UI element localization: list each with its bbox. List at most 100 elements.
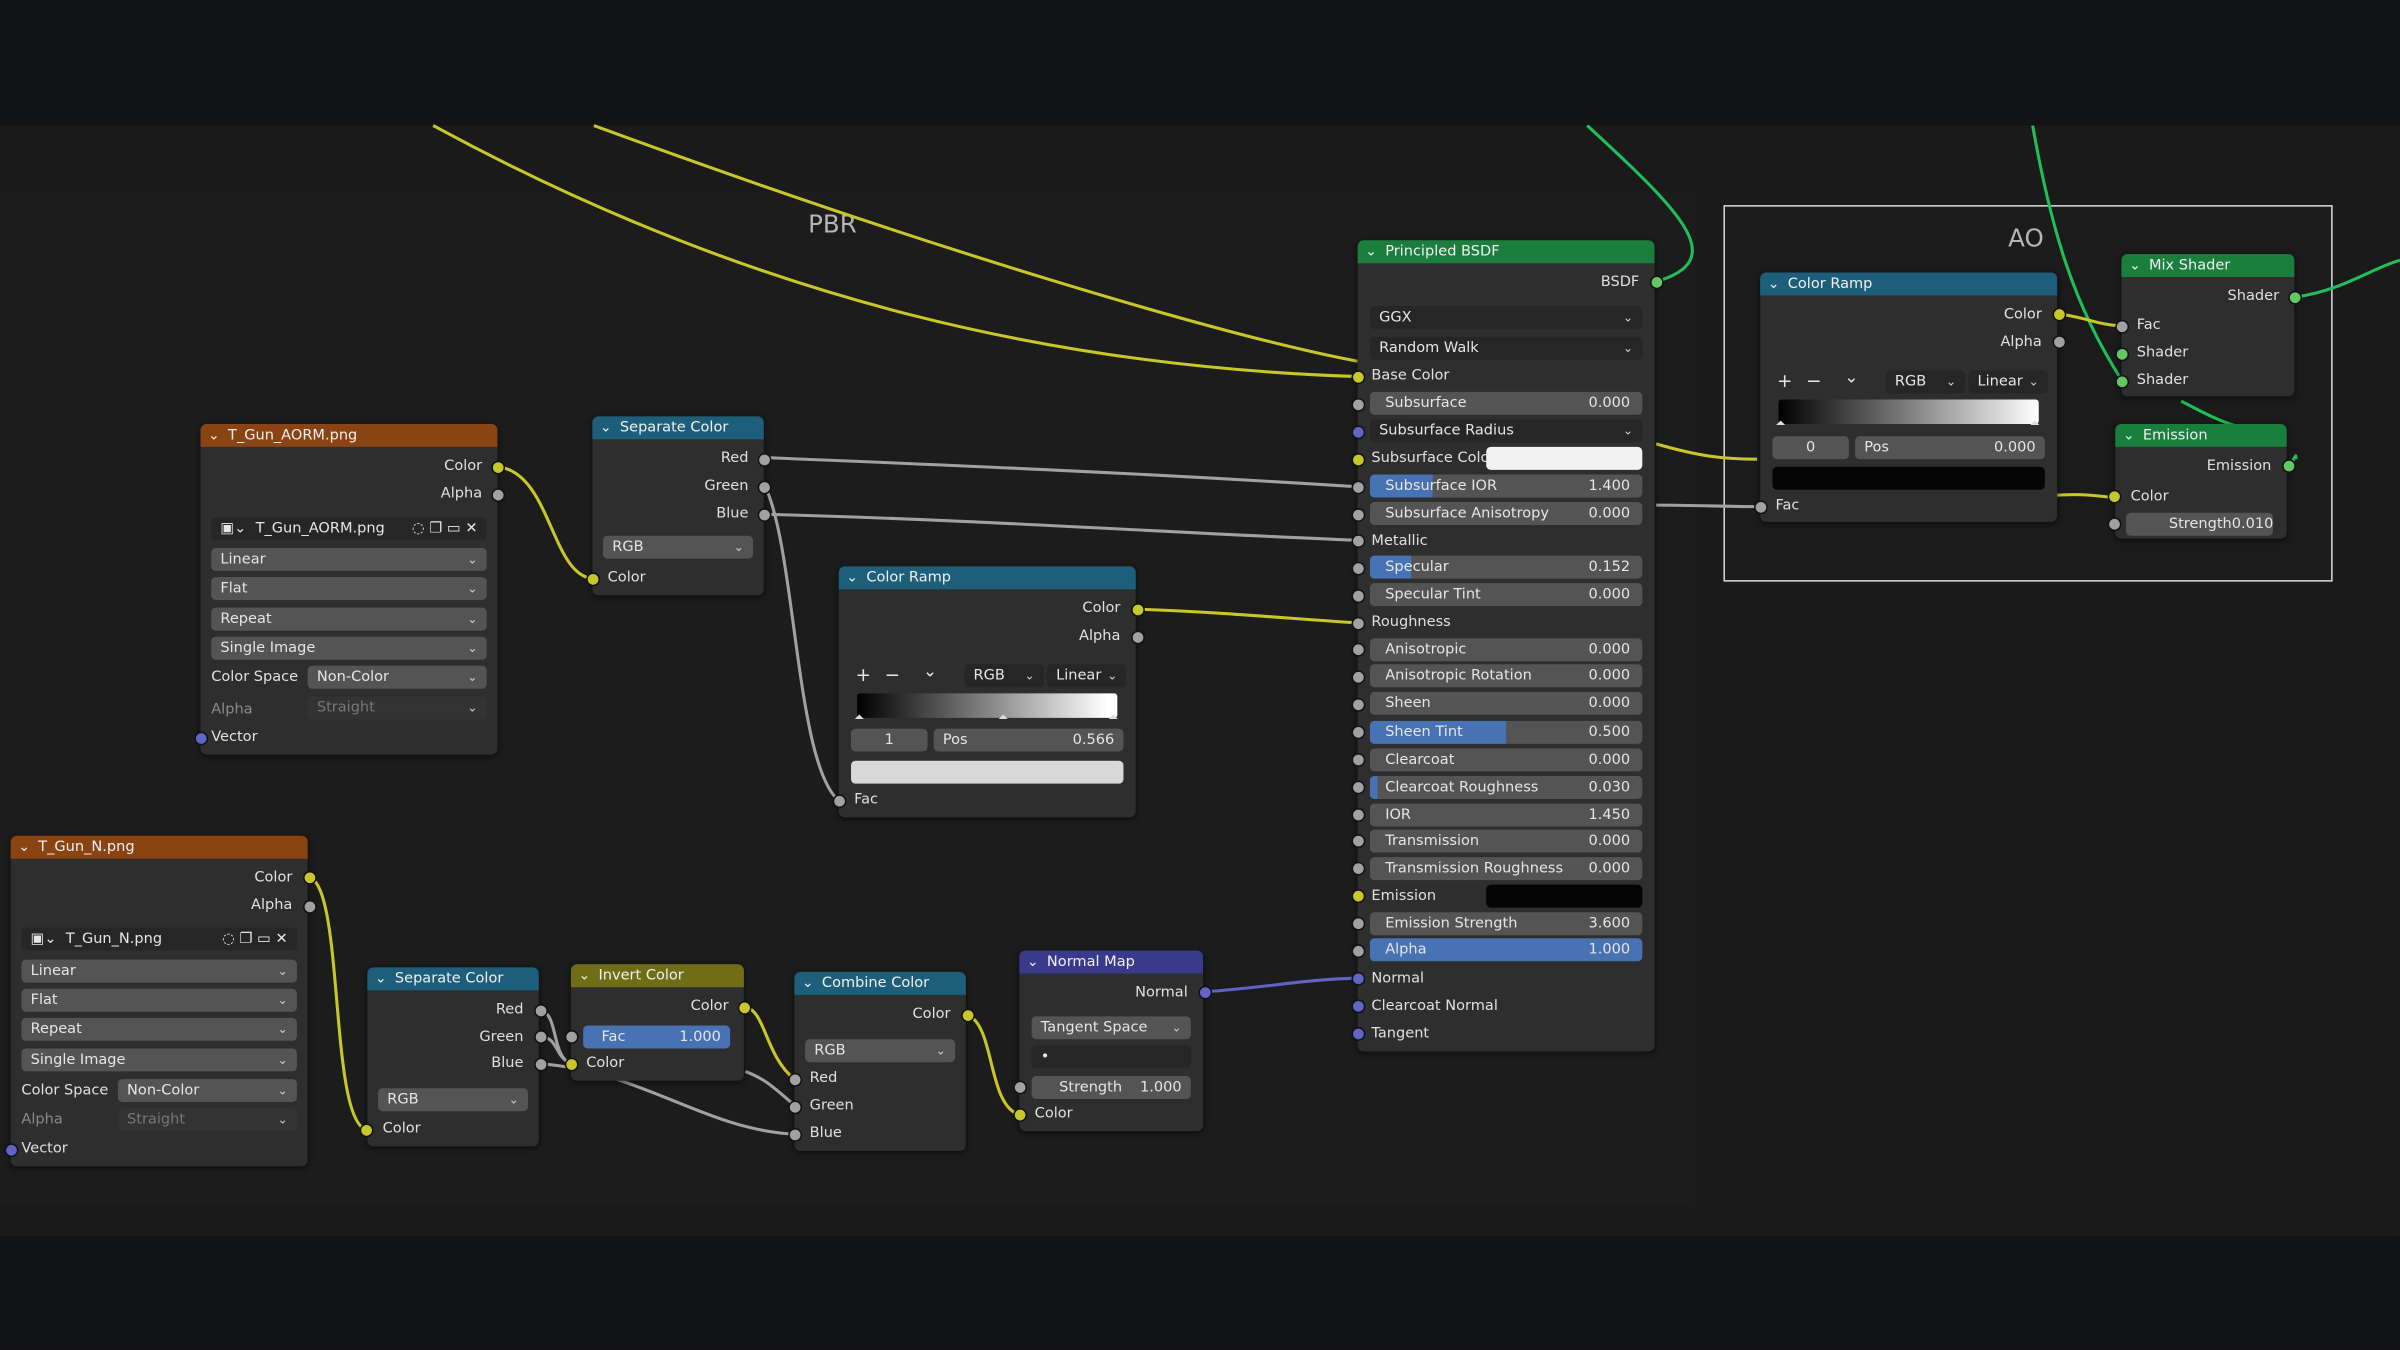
subsurface-radius-dropdown[interactable]: Subsurface Radius ⌄	[1369, 419, 1643, 443]
socket-ramp1-fac-in[interactable]	[832, 794, 847, 809]
node-header[interactable]: ⌄ Separate Color	[592, 416, 764, 440]
ramp-stop-right-marker[interactable]: ⏶	[2030, 416, 2040, 431]
socket-anisotropic-in[interactable]	[1351, 642, 1366, 657]
socket-emission-out[interactable]	[2282, 459, 2296, 473]
mode-dropdown[interactable]: RGB ⌄	[378, 1088, 529, 1112]
socket-combine-blue-in[interactable]	[788, 1128, 803, 1142]
socket-sheen-in[interactable]	[1351, 697, 1366, 712]
socket-emission-color-in[interactable]	[2107, 489, 2122, 504]
socket-tangent-in[interactable]	[1351, 1027, 1366, 1041]
image-selector[interactable]: ▣⌄ T_Gun_AORM.png ◌ ❐ ▭ ✕	[211, 517, 487, 541]
sheen-tint-slider[interactable]: Sheen Tint 0.500	[1369, 720, 1643, 744]
color-ramp-node-1[interactable]: ⌄ Color Ramp Color Alpha + − ⌄ RGB ⌄ Linea…	[838, 566, 1136, 818]
collapse-chevron-icon[interactable]: ⌄	[846, 570, 860, 585]
extension-dropdown[interactable]: Repeat ⌄	[21, 1017, 297, 1041]
emission-strength-slider[interactable]: Emission Strength 3.600	[1369, 912, 1643, 936]
node-header[interactable]: ⌄ Emission	[2115, 423, 2287, 447]
fac-slider[interactable]: Fac 1.000	[583, 1025, 731, 1049]
distribution-dropdown[interactable]: GGX ⌄	[1369, 306, 1643, 330]
node-header[interactable]: ⌄ Principled BSDF	[1357, 240, 1655, 264]
socket-alpha-in[interactable]	[1351, 944, 1366, 959]
socket-clearcoat-roughness-in[interactable]	[1351, 780, 1366, 795]
color-ramp-gradient[interactable]	[1778, 399, 2039, 424]
socket-mix-fac-in[interactable]	[2115, 319, 2130, 334]
node-header[interactable]: ⌄ T_Gun_AORM.png	[200, 423, 498, 447]
socket-aorm-color-out[interactable]	[491, 460, 506, 475]
socket-ntex-color-out[interactable]	[303, 870, 317, 885]
image-browse-icon[interactable]: ▣⌄	[31, 931, 57, 948]
node-header[interactable]: ⌄ Mix Shader	[2121, 254, 2295, 278]
collapse-chevron-icon[interactable]: ⌄	[579, 968, 593, 983]
socket-ramp1-color-out[interactable]	[1131, 603, 1145, 617]
socket-specular-in[interactable]	[1351, 561, 1366, 576]
specular-slider[interactable]: Specular 0.152	[1369, 555, 1643, 579]
collapse-chevron-icon[interactable]: ⌄	[375, 971, 389, 986]
socket-bsdf-out[interactable]	[1649, 275, 1664, 290]
socket-sheen-tint-in[interactable]	[1351, 725, 1366, 740]
strength-field[interactable]: Strength 0.010	[2126, 512, 2273, 536]
color-space-dropdown[interactable]: Non-Color ⌄	[117, 1079, 297, 1103]
principled-bsdf-node[interactable]: ⌄ Principled BSDF BSDF GGX ⌄ Random Walk ⌄ …	[1357, 240, 1655, 1052]
socket-metallic-in[interactable]	[1351, 534, 1366, 548]
socket-clearcoat-in[interactable]	[1351, 753, 1366, 767]
socket-emission-strength-in[interactable]	[2107, 517, 2122, 532]
subsurface-anisotropy-slider[interactable]: Subsurface Anisotropy 0.000	[1369, 502, 1643, 525]
add-stop-icon[interactable]: +	[856, 664, 871, 685]
socket-mix-shader-out[interactable]	[2288, 290, 2303, 305]
fake-user-shield-icon[interactable]: ◌	[222, 931, 235, 948]
socket-aorm-alpha-out[interactable]	[491, 488, 506, 503]
socket-mix-shader1-in[interactable]	[2115, 347, 2130, 362]
clearcoat-roughness-slider[interactable]: Clearcoat Roughness 0.030	[1369, 776, 1643, 799]
socket-normal-in[interactable]	[1351, 971, 1366, 986]
interpolation-dropdown[interactable]: Linear ⌄	[21, 959, 297, 983]
ramp-stop-right-marker[interactable]: ⏶	[1108, 710, 1118, 725]
socket-transmission-roughness-in[interactable]	[1351, 861, 1366, 876]
socket-subsurface-color-in[interactable]	[1351, 453, 1366, 467]
space-dropdown[interactable]: Tangent Space ⌄	[1031, 1016, 1191, 1040]
socket-normalmap-color-in[interactable]	[1013, 1108, 1028, 1122]
stop-color-swatch[interactable]	[1772, 466, 2045, 490]
ramp-stop-left-marker[interactable]: ⏶	[854, 710, 864, 725]
socket-combine-color-out[interactable]	[961, 1008, 975, 1023]
ior-slider[interactable]: IOR 1.450	[1369, 803, 1643, 827]
collapse-chevron-icon[interactable]: ⌄	[2129, 258, 2143, 273]
subsurface-color-swatch[interactable]	[1486, 446, 1643, 470]
normal-map-node[interactable]: ⌄ Normal Map Normal Tangent Space ⌄ • Stre…	[1019, 950, 1204, 1132]
interpolation-dropdown[interactable]: Linear ⌄	[1046, 664, 1127, 688]
collapse-chevron-icon[interactable]: ⌄	[2123, 428, 2137, 443]
socket-transmission-in[interactable]	[1351, 834, 1366, 848]
socket-mix-shader2-in[interactable]	[2115, 374, 2130, 389]
combine-color-node[interactable]: ⌄ Combine Color Color RGB ⌄ Red Green Blue	[794, 971, 966, 1152]
separate-color-node-1[interactable]: ⌄ Separate Color Red Green Blue RGB ⌄ Colo…	[592, 416, 764, 596]
open-folder-icon[interactable]: ▭	[447, 520, 461, 537]
socket-invert-fac-in[interactable]	[564, 1030, 579, 1044]
node-header[interactable]: ⌄ Normal Map	[1019, 950, 1204, 974]
unlink-close-icon[interactable]: ✕	[465, 520, 477, 537]
socket-ior-in[interactable]	[1351, 808, 1366, 822]
duplicate-icon[interactable]: ❐	[239, 931, 252, 948]
color-ramp-gradient[interactable]	[857, 693, 1118, 718]
transmission-roughness-slider[interactable]: Transmission Roughness 0.000	[1369, 857, 1643, 881]
socket-specular-tint-in[interactable]	[1351, 589, 1366, 604]
socket-sep1-blue-out[interactable]	[757, 508, 772, 522]
node-header[interactable]: ⌄ Invert Color	[570, 964, 744, 988]
socket-ramp-ao-color-out[interactable]	[2052, 307, 2067, 322]
clearcoat-slider[interactable]: Clearcoat 0.000	[1369, 748, 1643, 772]
socket-normalmap-normal-out[interactable]	[1198, 985, 1213, 1000]
collapse-chevron-icon[interactable]: ⌄	[1365, 244, 1379, 259]
subsurface-slider[interactable]: Subsurface 0.000	[1369, 391, 1643, 415]
source-dropdown[interactable]: Single Image ⌄	[21, 1048, 297, 1072]
socket-sep1-color-in[interactable]	[586, 572, 600, 587]
socket-sep1-green-out[interactable]	[757, 480, 772, 495]
color-mode-dropdown[interactable]: RGB ⌄	[964, 664, 1044, 688]
duplicate-icon[interactable]: ❐	[429, 520, 442, 537]
add-stop-icon[interactable]: +	[1777, 370, 1792, 391]
node-header[interactable]: ⌄ Color Ramp	[838, 566, 1136, 590]
specular-tint-slider[interactable]: Specular Tint 0.000	[1369, 583, 1643, 607]
image-name-field[interactable]: T_Gun_N.png	[66, 931, 162, 948]
socket-sep2-red-out[interactable]	[534, 1004, 548, 1018]
ramp-menu-chevron-icon[interactable]: ⌄	[923, 661, 937, 681]
node-header[interactable]: ⌄ Combine Color	[794, 971, 966, 995]
socket-invert-color-out[interactable]	[737, 1001, 752, 1015]
collapse-chevron-icon[interactable]: ⌄	[1768, 276, 1782, 291]
